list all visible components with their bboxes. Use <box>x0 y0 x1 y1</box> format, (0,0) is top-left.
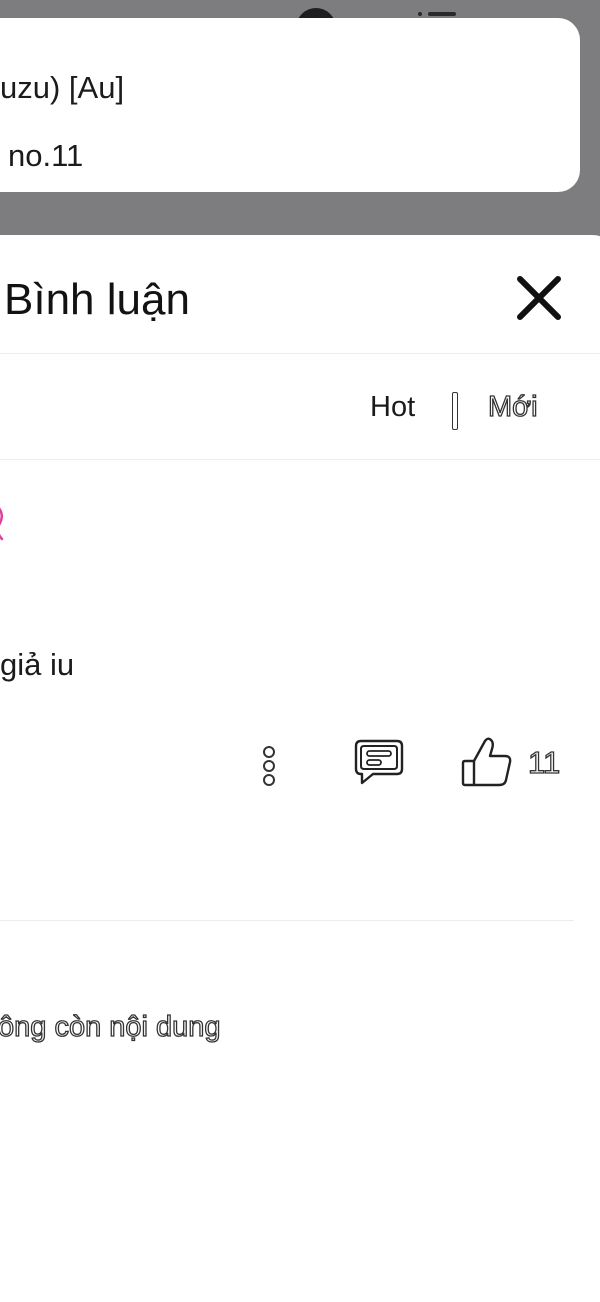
like-count: 11 <box>527 744 561 780</box>
more-vertical-icon[interactable] <box>258 744 280 790</box>
sheet-title: Bình luận <box>4 275 190 324</box>
sort-divider <box>0 459 600 460</box>
user-badge-icon <box>0 507 4 541</box>
close-icon <box>517 276 561 320</box>
info-title: uzu) [Au] <box>0 70 125 105</box>
info-subtitle: no.11 <box>8 138 84 173</box>
comment-divider <box>0 920 574 921</box>
sort-new-tab[interactable]: Mới <box>487 390 538 424</box>
reply-icon[interactable] <box>353 737 405 787</box>
comment-text: giả iu <box>0 647 75 682</box>
sort-hot-tab[interactable]: Hot <box>370 391 415 424</box>
end-of-content-text: ông còn nội dung <box>0 1010 221 1043</box>
comments-sheet: Bình luận Hot Mới giả iu 11 ông còn nội … <box>0 235 600 1302</box>
screen: uzu) [Au] no.11 Bình luận Hot Mới giả iu <box>0 0 600 1302</box>
thumbs-up-icon[interactable] <box>461 735 513 789</box>
close-button[interactable] <box>510 269 568 327</box>
sort-separator <box>452 392 458 430</box>
info-card: uzu) [Au] no.11 <box>0 18 580 192</box>
header-divider <box>0 353 600 354</box>
